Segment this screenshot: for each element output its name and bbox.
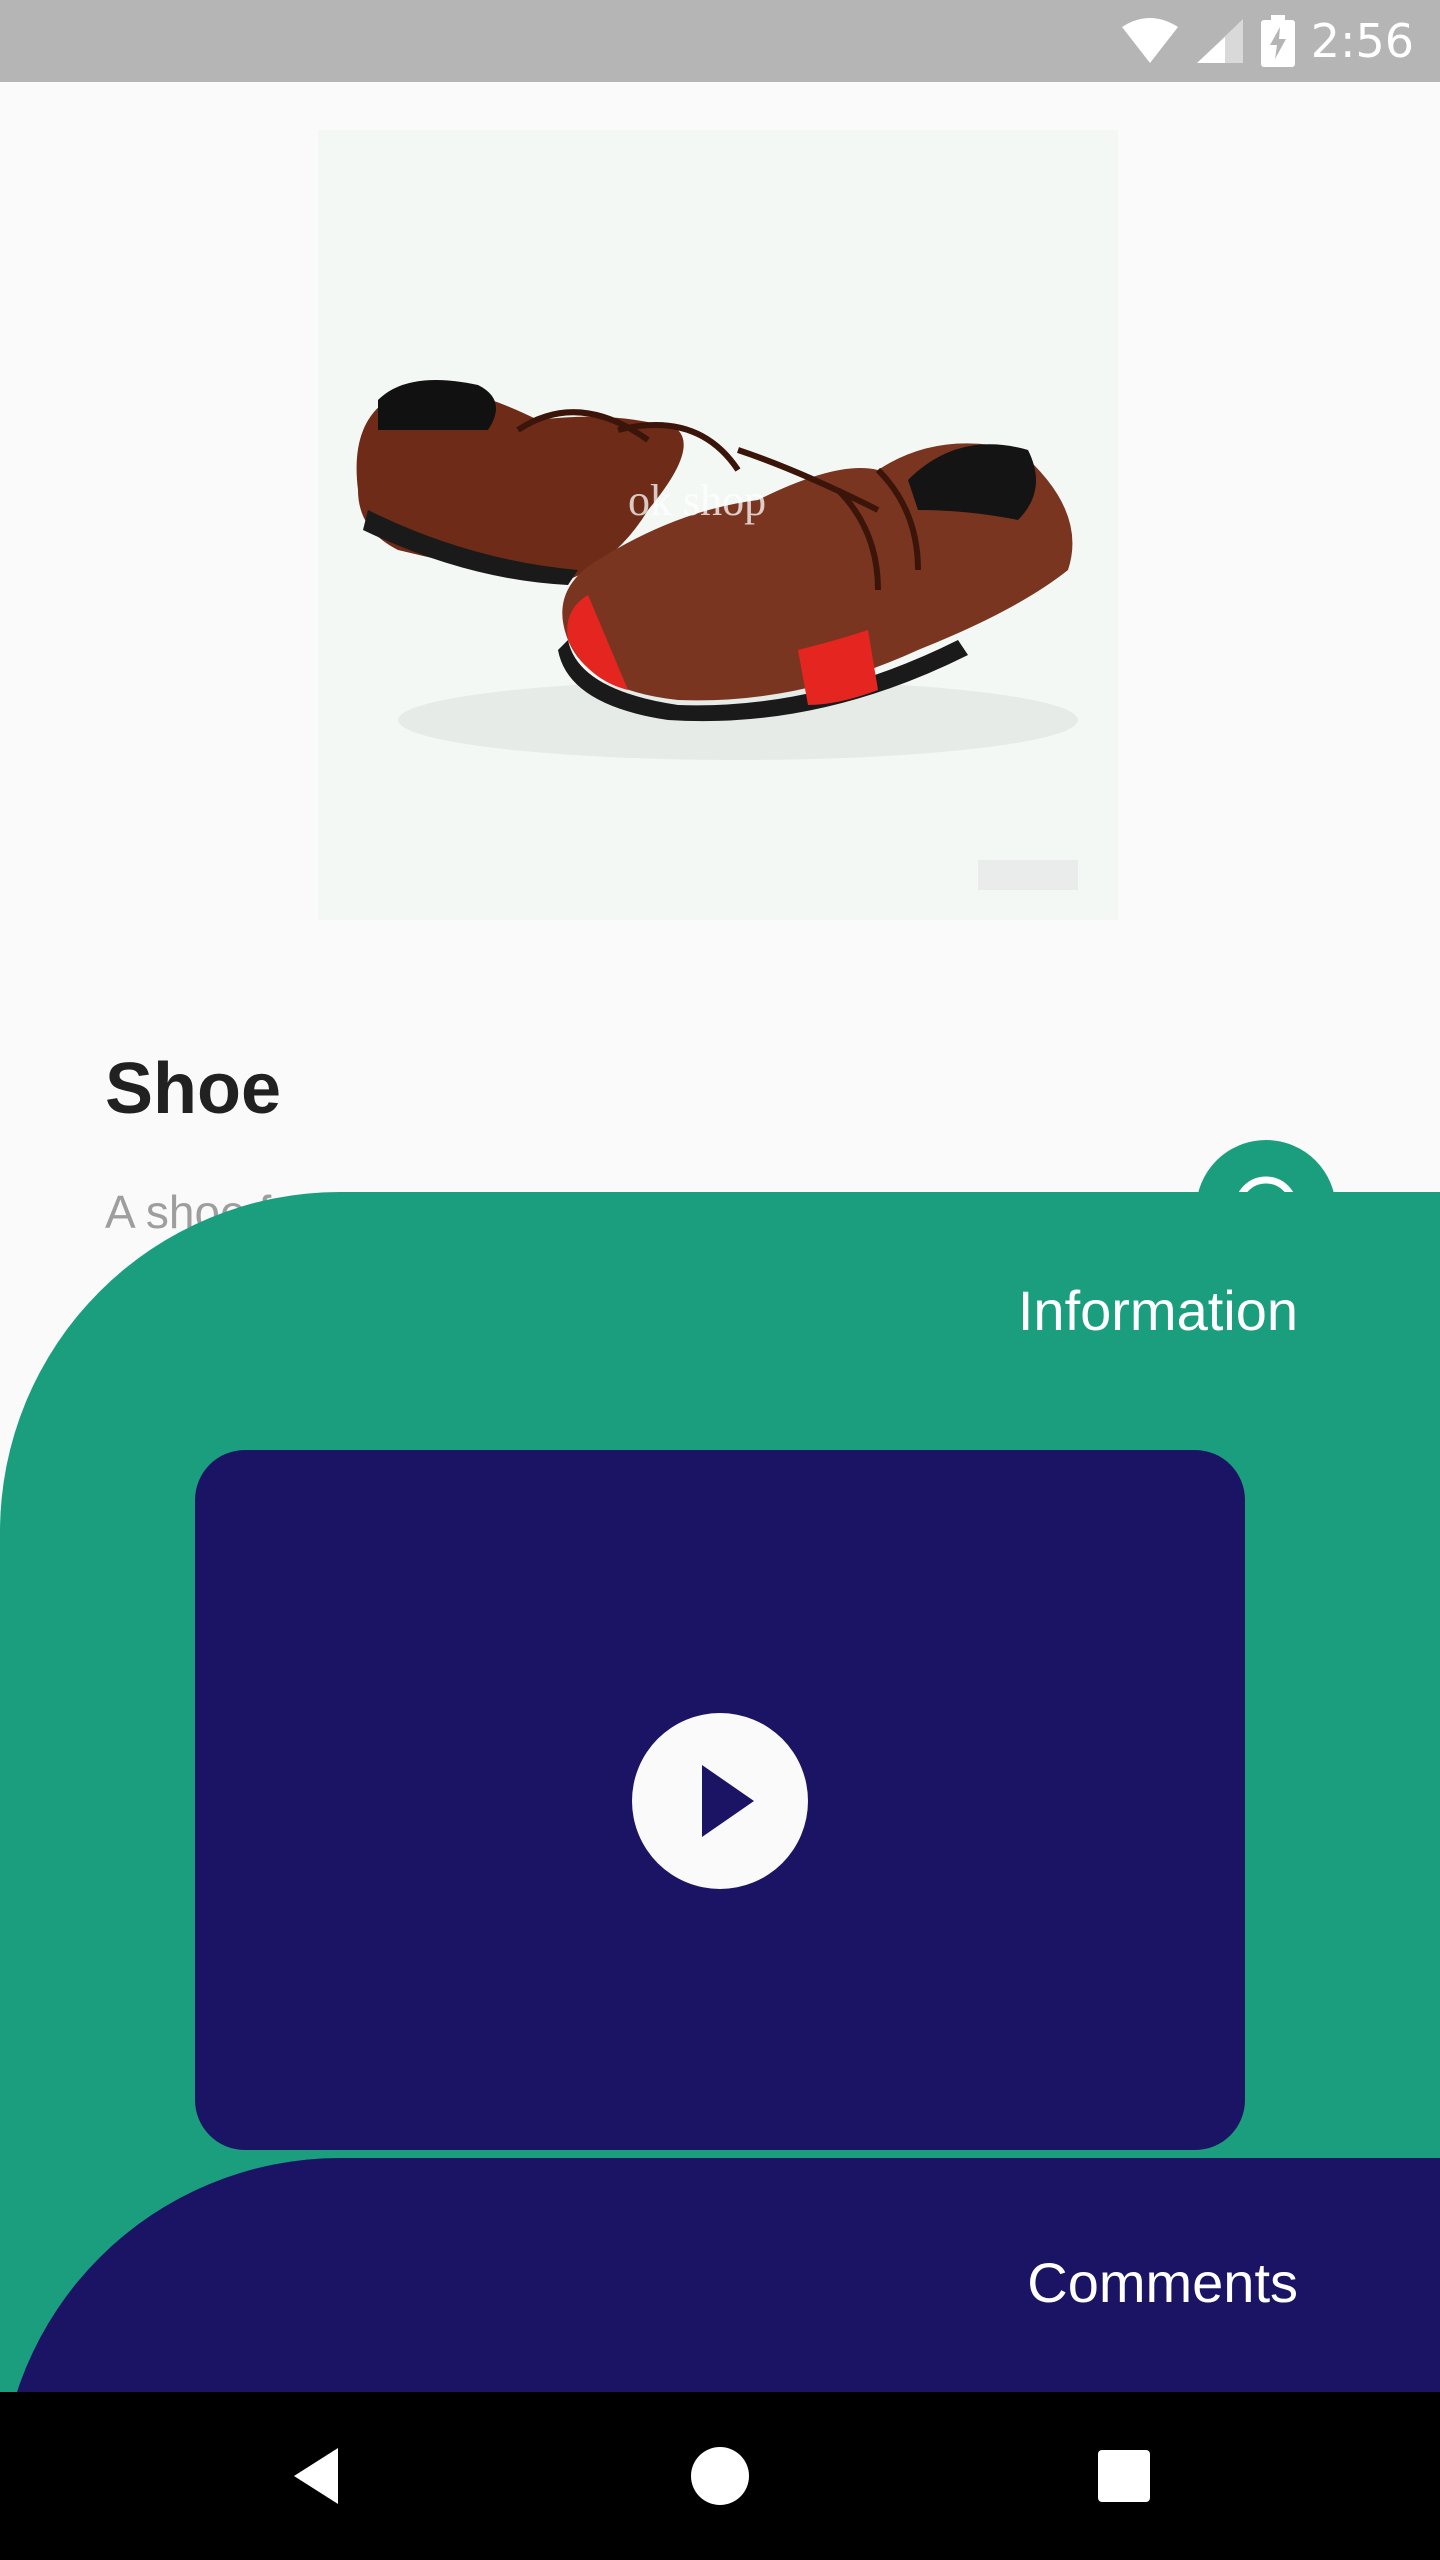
information-title[interactable]: Information <box>1018 1278 1298 1343</box>
status-bar: 2:56 <box>0 0 1440 82</box>
comments-title[interactable]: Comments <box>1027 2250 1298 2315</box>
play-button[interactable] <box>632 1713 808 1889</box>
status-time: 2:56 <box>1310 14 1414 68</box>
status-icons: 2:56 <box>1121 0 1414 82</box>
navigation-bar <box>0 2392 1440 2560</box>
play-icon <box>702 1765 754 1837</box>
battery-charging-icon <box>1260 15 1295 67</box>
product-title: Shoe <box>105 1049 282 1129</box>
recents-icon[interactable] <box>1088 2440 1160 2512</box>
wifi-icon <box>1121 18 1178 63</box>
video-card[interactable] <box>195 1450 1245 2150</box>
product-image: ok shop <box>318 130 1118 920</box>
back-icon[interactable] <box>280 2440 352 2512</box>
image-watermark: ok shop <box>628 476 767 525</box>
signal-icon <box>1196 19 1243 63</box>
product-detail-screen: 2:56 ok shop Shoe A shoe f Information C… <box>0 0 1440 2560</box>
home-icon[interactable] <box>684 2440 756 2512</box>
